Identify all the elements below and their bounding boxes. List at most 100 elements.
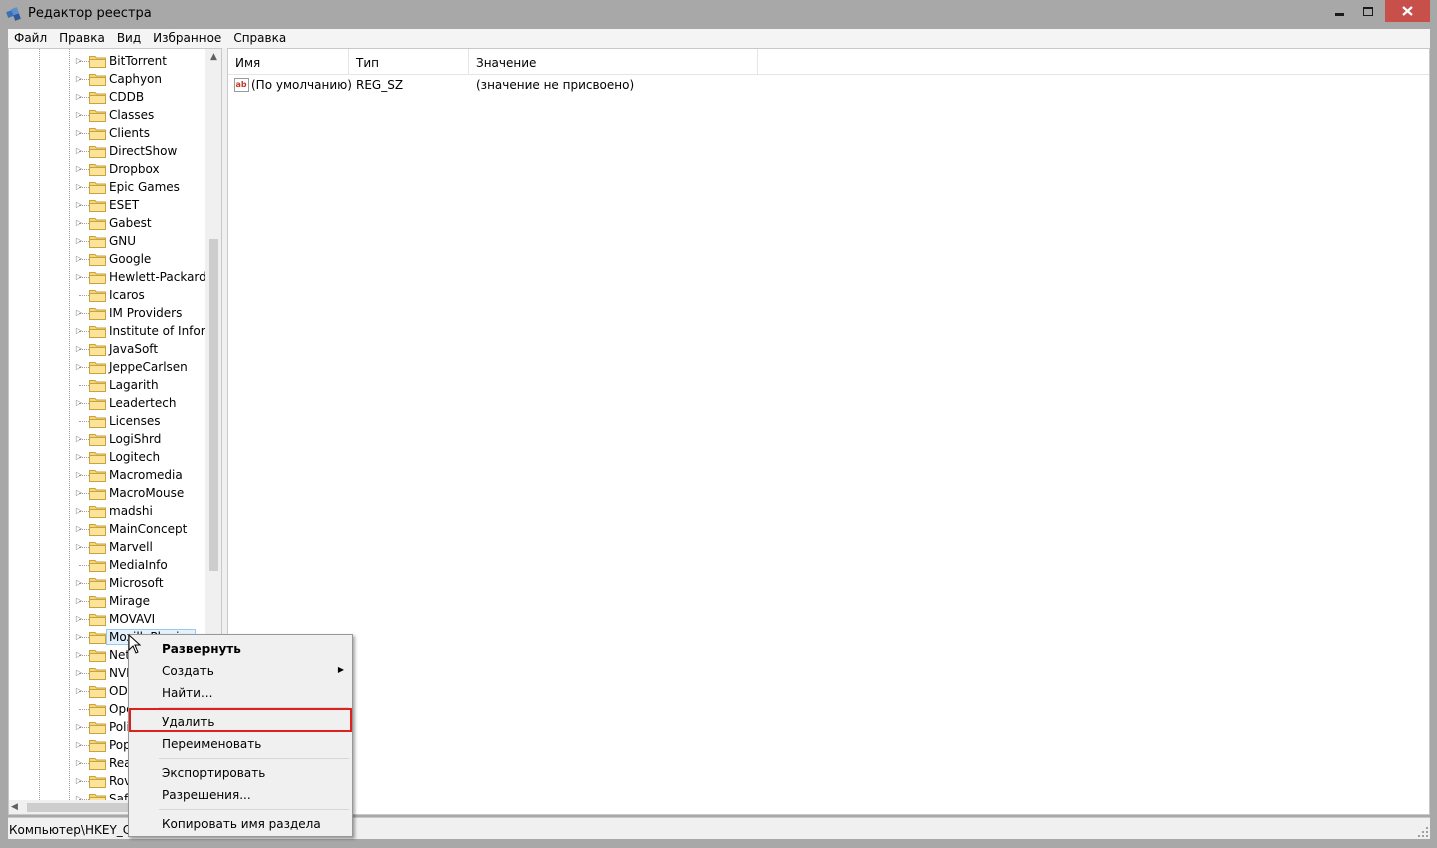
context-menu-item-6[interactable]: Разрешения... xyxy=(131,784,350,806)
expand-arrow-icon[interactable]: ▷ xyxy=(74,145,84,157)
tree-item[interactable]: ▷ MainConcept xyxy=(9,520,205,538)
expand-arrow-icon[interactable]: ▷ xyxy=(74,595,84,607)
tree-item[interactable]: ▷ Marvell xyxy=(9,538,205,556)
context-menu-item-5[interactable]: Экспортировать xyxy=(131,762,350,784)
menu-item-1[interactable]: Правка xyxy=(53,29,111,48)
expand-arrow-icon[interactable]: ▷ xyxy=(74,73,84,85)
tree-item[interactable]: ▷ JeppeCarlsen xyxy=(9,358,205,376)
tree-item[interactable]: ▷ GNU xyxy=(9,232,205,250)
tree-item[interactable]: ▷ Leadertech xyxy=(9,394,205,412)
expand-arrow-icon[interactable]: ▷ xyxy=(74,613,84,625)
tree-item[interactable]: ▷ madshi xyxy=(9,502,205,520)
tree-item-label: Licenses xyxy=(109,414,161,428)
expand-arrow-icon[interactable]: ▷ xyxy=(74,505,84,517)
expand-arrow-icon[interactable]: ▷ xyxy=(74,775,84,787)
expand-arrow-icon[interactable]: ▷ xyxy=(74,361,84,373)
expand-arrow-icon[interactable]: ▷ xyxy=(74,793,84,800)
expand-arrow-icon[interactable]: ▷ xyxy=(74,667,84,679)
context-menu-item-0[interactable]: Развернуть xyxy=(131,638,350,660)
tree-item[interactable]: ▷ Mirage xyxy=(9,592,205,610)
expand-arrow-icon[interactable]: ▷ xyxy=(74,397,84,409)
tree-item[interactable]: ▷ CDDB xyxy=(9,88,205,106)
resize-grip-icon[interactable] xyxy=(1418,827,1428,837)
tree-item[interactable]: ▷ Google xyxy=(9,250,205,268)
highlight-annotation-box xyxy=(129,708,352,732)
tree-item[interactable]: ▷ Caphyon xyxy=(9,70,205,88)
expand-arrow-icon[interactable]: ▷ xyxy=(74,343,84,355)
folder-icon xyxy=(89,630,106,644)
expand-arrow-icon[interactable]: ▷ xyxy=(74,631,84,643)
tree-item[interactable]: ▷ Classes xyxy=(9,106,205,124)
column-header-name[interactable]: Имя xyxy=(228,49,349,75)
tree-item[interactable]: Licenses xyxy=(9,412,205,430)
context-menu-item-2[interactable]: Найти... xyxy=(131,682,350,704)
tree-item[interactable]: ▷ DirectShow xyxy=(9,142,205,160)
context-menu-item-1[interactable]: Создать ▶ xyxy=(131,660,350,682)
expand-arrow-icon[interactable]: ▷ xyxy=(74,721,84,733)
tree-item[interactable]: ▷ MacroMouse xyxy=(9,484,205,502)
expand-arrow-icon[interactable]: ▷ xyxy=(74,181,84,193)
expand-arrow-icon[interactable]: ▷ xyxy=(74,109,84,121)
expand-arrow-icon[interactable]: ▷ xyxy=(74,487,84,499)
menu-item-3[interactable]: Избранное xyxy=(147,29,227,48)
close-button[interactable] xyxy=(1385,0,1430,22)
expand-arrow-icon[interactable]: ▷ xyxy=(74,307,84,319)
tree-item[interactable]: ▷ Hewlett-Packard xyxy=(9,268,205,286)
expand-arrow-icon[interactable]: ▷ xyxy=(74,541,84,553)
tree-item[interactable]: Icaros xyxy=(9,286,205,304)
tree-item[interactable]: ▷ ESET xyxy=(9,196,205,214)
context-menu-item-7[interactable]: Копировать имя раздела xyxy=(131,813,350,835)
menu-item-4[interactable]: Справка xyxy=(227,29,292,48)
tree-item[interactable]: ▷ Logitech xyxy=(9,448,205,466)
tree-item[interactable]: ▷ Epic Games xyxy=(9,178,205,196)
tree-vertical-scroll-thumb[interactable] xyxy=(209,239,218,571)
minimize-button[interactable] xyxy=(1325,0,1354,22)
expand-arrow-icon[interactable]: ▷ xyxy=(74,577,84,589)
menu-bar: Файл Правка Вид Избранное Справка xyxy=(8,29,1430,48)
tree-item[interactable]: ▷ Clients xyxy=(9,124,205,142)
tree-item[interactable]: MediaInfo xyxy=(9,556,205,574)
value-row[interactable]: ab (По умолчанию) REG_SZ (значение не пр… xyxy=(228,76,1429,95)
expand-arrow-icon[interactable]: ▷ xyxy=(74,199,84,211)
tree-item[interactable]: ▷ Macromedia xyxy=(9,466,205,484)
scroll-left-arrow-icon[interactable]: ◀ xyxy=(11,800,23,814)
tree-item[interactable]: ▷ Dropbox xyxy=(9,160,205,178)
tree-item[interactable]: ▷ MOVAVI xyxy=(9,610,205,628)
expand-arrow-icon[interactable]: ▷ xyxy=(74,253,84,265)
column-header-value[interactable]: Значение xyxy=(469,49,758,75)
tree-item[interactable]: ▷ LogiShrd xyxy=(9,430,205,448)
expand-arrow-icon[interactable]: ▷ xyxy=(74,271,84,283)
context-menu-item-4[interactable]: Переименовать xyxy=(131,733,350,755)
tree-item[interactable]: ▷ IM Providers xyxy=(9,304,205,322)
tree-item[interactable]: ▷ Gabest xyxy=(9,214,205,232)
folder-icon xyxy=(89,72,106,86)
scroll-up-arrow-icon[interactable]: ▲ xyxy=(205,52,221,64)
tree-item[interactable]: ▷ JavaSoft xyxy=(9,340,205,358)
expand-arrow-icon[interactable]: ▷ xyxy=(74,649,84,661)
expand-arrow-icon[interactable]: ▷ xyxy=(74,163,84,175)
expand-arrow-icon[interactable]: ▷ xyxy=(74,451,84,463)
minimize-icon xyxy=(1335,13,1344,16)
menu-item-2[interactable]: Вид xyxy=(111,29,147,48)
tree-item[interactable]: ▷ BitTorrent xyxy=(9,52,205,70)
tree-item[interactable]: ▷ Institute of Inform xyxy=(9,322,205,340)
expand-arrow-icon[interactable]: ▷ xyxy=(74,55,84,67)
expand-arrow-icon[interactable]: ▷ xyxy=(74,685,84,697)
expand-arrow-icon[interactable]: ▷ xyxy=(74,235,84,247)
tree-item[interactable]: ▷ Microsoft xyxy=(9,574,205,592)
maximize-button[interactable] xyxy=(1354,0,1381,22)
expand-arrow-icon[interactable]: ▷ xyxy=(74,127,84,139)
column-header-type[interactable]: Тип xyxy=(349,49,469,75)
expand-arrow-icon[interactable]: ▷ xyxy=(74,433,84,445)
expand-arrow-icon[interactable]: ▷ xyxy=(74,217,84,229)
expand-arrow-icon[interactable]: ▷ xyxy=(74,757,84,769)
tree-item-label: Icaros xyxy=(109,288,145,302)
expand-arrow-icon[interactable]: ▷ xyxy=(74,325,84,337)
expand-arrow-icon[interactable]: ▷ xyxy=(74,523,84,535)
expand-arrow-icon[interactable]: ▷ xyxy=(74,739,84,751)
menu-item-0[interactable]: Файл xyxy=(8,29,53,48)
context-menu-item-label: Найти... xyxy=(162,686,213,700)
tree-item[interactable]: Lagarith xyxy=(9,376,205,394)
expand-arrow-icon[interactable]: ▷ xyxy=(74,91,84,103)
expand-arrow-icon[interactable]: ▷ xyxy=(74,469,84,481)
